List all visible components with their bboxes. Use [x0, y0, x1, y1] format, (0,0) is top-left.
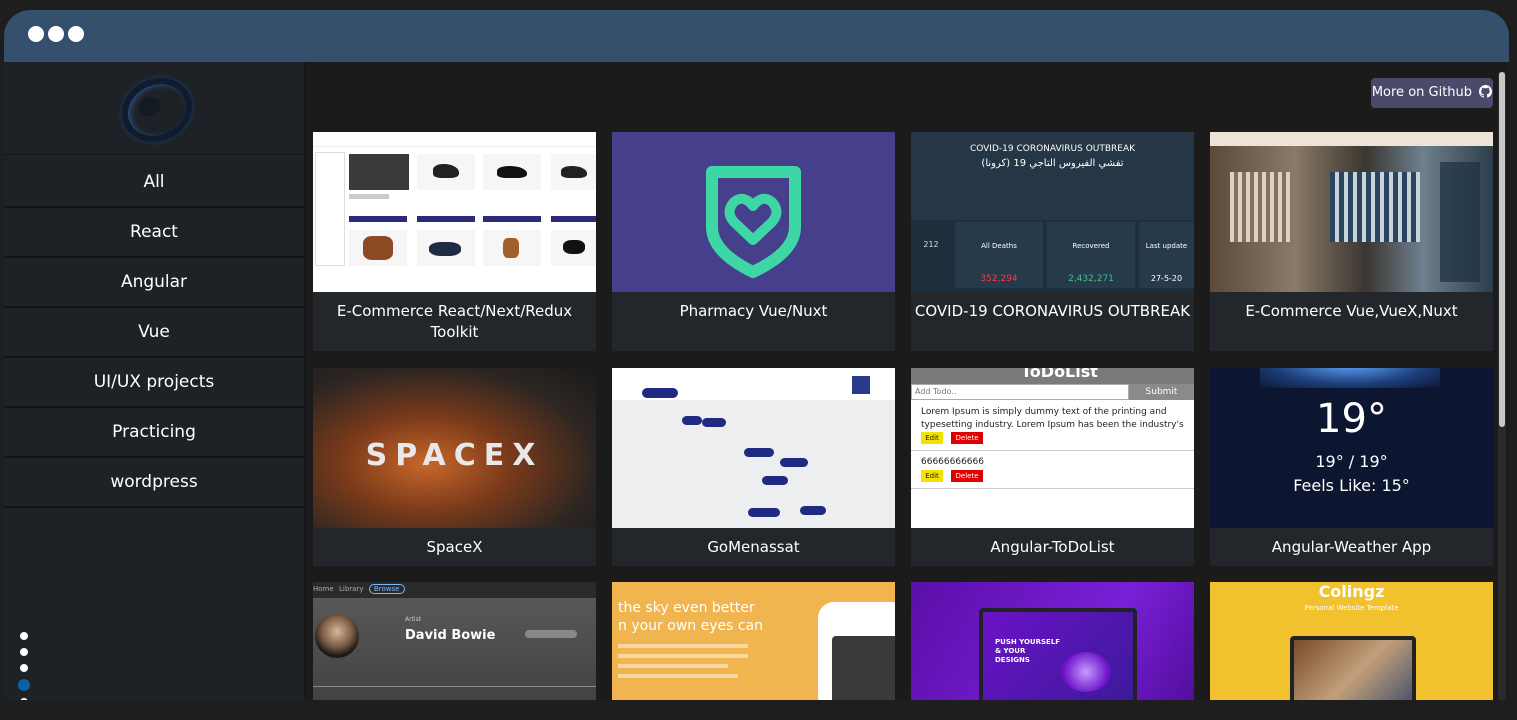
todo-input[interactable]: Add Todo..: [911, 384, 1129, 400]
covid-stat-value: 352,294: [980, 274, 1018, 284]
todo-edit-button[interactable]: Edit: [921, 470, 943, 482]
project-title: GoMenassat: [707, 538, 800, 556]
section-dot-icon[interactable]: [20, 698, 28, 700]
section-dot-active-icon[interactable]: [18, 679, 30, 691]
project-card[interactable]: ToDoList Add Todo.. Submit Lorem Ipsum i…: [911, 368, 1194, 566]
project-thumbnail: the sky even better n your own eyes can: [612, 582, 895, 700]
logo-area: [4, 62, 304, 155]
nav-item-practicing[interactable]: Practicing: [4, 408, 304, 458]
sidebar: All React Angular Vue UI/UX projects Pra…: [4, 62, 306, 700]
browser-window: All React Angular Vue UI/UX projects Pra…: [4, 10, 1509, 700]
project-thumbnail: ToDoList Add Todo.. Submit Lorem Ipsum i…: [911, 368, 1194, 528]
todo-item-text: 66666666666: [921, 457, 984, 467]
project-card[interactable]: E-Commerce Vue,VueX,Nuxt: [1210, 132, 1493, 351]
music-tab[interactable]: Library: [339, 585, 363, 593]
github-button-label: More on Github: [1371, 85, 1473, 100]
projects-content: More on Github E-Commerce React/Next/Red…: [306, 62, 1509, 700]
project-thumbnail: [612, 368, 895, 528]
push-heading: & YOUR: [995, 647, 1026, 655]
window-dot-icon[interactable]: [68, 26, 84, 42]
colingz-subtitle: Personal Website Template: [1304, 604, 1399, 612]
pharmacy-shield-icon: [706, 166, 801, 278]
project-card[interactable]: the sky even better n your own eyes can: [612, 582, 895, 700]
window-dot-icon[interactable]: [28, 26, 44, 42]
project-title: E-Commerce Vue,VueX,Nuxt: [1245, 302, 1458, 320]
project-title: SpaceX: [426, 538, 483, 556]
sky-heading: n your own eyes can: [618, 618, 763, 634]
spacex-logo: SPACEX: [365, 438, 544, 473]
music-artist-label: Artist: [405, 616, 422, 623]
project-card[interactable]: E-Commerce React/Next/Redux Toolkit: [313, 132, 596, 351]
project-card[interactable]: PUSH YOURSELF & YOUR DESIGNS: [911, 582, 1194, 700]
github-button[interactable]: More on Github: [1371, 78, 1493, 108]
project-title: Angular-ToDoList: [990, 538, 1115, 556]
project-card[interactable]: 19° 19° / 19° Feels Like: 15° Angular-We…: [1210, 368, 1493, 566]
covid-stat-label: All Deaths: [981, 242, 1017, 250]
covid-left-value: 212: [923, 240, 939, 249]
project-card[interactable]: GoMenassat: [612, 368, 895, 566]
project-thumbnail: PUSH YOURSELF & YOUR DESIGNS: [911, 582, 1194, 700]
logo-ring-icon[interactable]: [111, 66, 203, 154]
music-tab[interactable]: Browse: [369, 584, 405, 594]
nav-item-wordpress[interactable]: wordpress: [4, 458, 304, 508]
project-card[interactable]: COVID-19 CORONAVIRUS OUTBREAK تفشي الفير…: [911, 132, 1194, 351]
project-thumbnail: [313, 132, 596, 292]
window-dot-icon[interactable]: [48, 26, 64, 42]
project-title: E-Commerce React/Next/Redux Toolkit: [336, 302, 573, 341]
nav-item-uiux[interactable]: UI/UX projects: [4, 358, 304, 408]
section-dot-icon[interactable]: [20, 648, 28, 656]
project-card[interactable]: Home Library Browse Artist David Bowie: [313, 582, 596, 700]
project-thumbnail: [612, 132, 895, 292]
covid-arabic: تفشي الفيروس التاجي 19 (كرونا): [981, 158, 1124, 169]
todo-item-text: Lorem Ipsum is simply dummy text of the …: [921, 407, 1184, 430]
weather-range: 19° / 19°: [1315, 452, 1388, 471]
colingz-title: Colingz: [1318, 582, 1385, 601]
section-dot-icon[interactable]: [20, 632, 28, 640]
covid-stat-label: Last update: [1145, 242, 1188, 250]
window-titlebar: [4, 10, 1509, 62]
nav-item-all[interactable]: All: [4, 158, 304, 208]
project-thumbnail: COVID-19 CORONAVIRUS OUTBREAK تفشي الفير…: [911, 132, 1194, 292]
section-dot-icon[interactable]: [20, 664, 28, 672]
nav-item-vue[interactable]: Vue: [4, 308, 304, 358]
todo-delete-button[interactable]: Delete: [951, 470, 983, 482]
project-thumbnail: 19° 19° / 19° Feels Like: 15°: [1210, 368, 1493, 528]
todo-submit-button[interactable]: Submit: [1129, 384, 1194, 400]
sky-heading: the sky even better: [618, 600, 755, 616]
project-title: COVID-19 CORONAVIRUS OUTBREAK: [914, 302, 1191, 320]
project-title: Pharmacy Vue/Nuxt: [679, 302, 828, 320]
covid-heading: COVID-19 CORONAVIRUS OUTBREAK: [969, 144, 1136, 154]
covid-stat-value: 27-5-20: [1150, 274, 1183, 283]
todo-delete-button[interactable]: Delete: [951, 432, 983, 444]
weather-temp: 19°: [1316, 396, 1387, 442]
project-card[interactable]: Pharmacy Vue/Nuxt: [612, 132, 895, 351]
github-icon: [1479, 85, 1493, 98]
project-title: Angular-Weather App: [1271, 538, 1432, 556]
project-thumbnail: Home Library Browse Artist David Bowie: [313, 582, 596, 700]
music-tab[interactable]: Home: [313, 585, 334, 593]
push-heading: DESIGNS: [995, 656, 1030, 664]
covid-stat-label: Recovered: [1072, 242, 1110, 250]
todo-edit-button[interactable]: Edit: [921, 432, 943, 444]
project-thumbnail: [1210, 132, 1493, 292]
scrollbar-thumb[interactable]: [1499, 72, 1505, 427]
covid-stat-value: 2,432,271: [1068, 274, 1114, 284]
push-heading: PUSH YOURSELF: [995, 638, 1061, 646]
music-artist: David Bowie: [405, 628, 496, 643]
project-card[interactable]: Colingz Personal Website Template: [1210, 582, 1493, 700]
nav-item-angular[interactable]: Angular: [4, 258, 304, 308]
project-thumbnail: Colingz Personal Website Template: [1210, 582, 1493, 700]
weather-feels: Feels Like: 15°: [1293, 476, 1410, 495]
project-thumbnail: SPACEX: [313, 368, 596, 528]
nav-item-react[interactable]: React: [4, 208, 304, 258]
todo-header: ToDoList: [1021, 368, 1098, 381]
project-card[interactable]: SPACEX SpaceX: [313, 368, 596, 566]
